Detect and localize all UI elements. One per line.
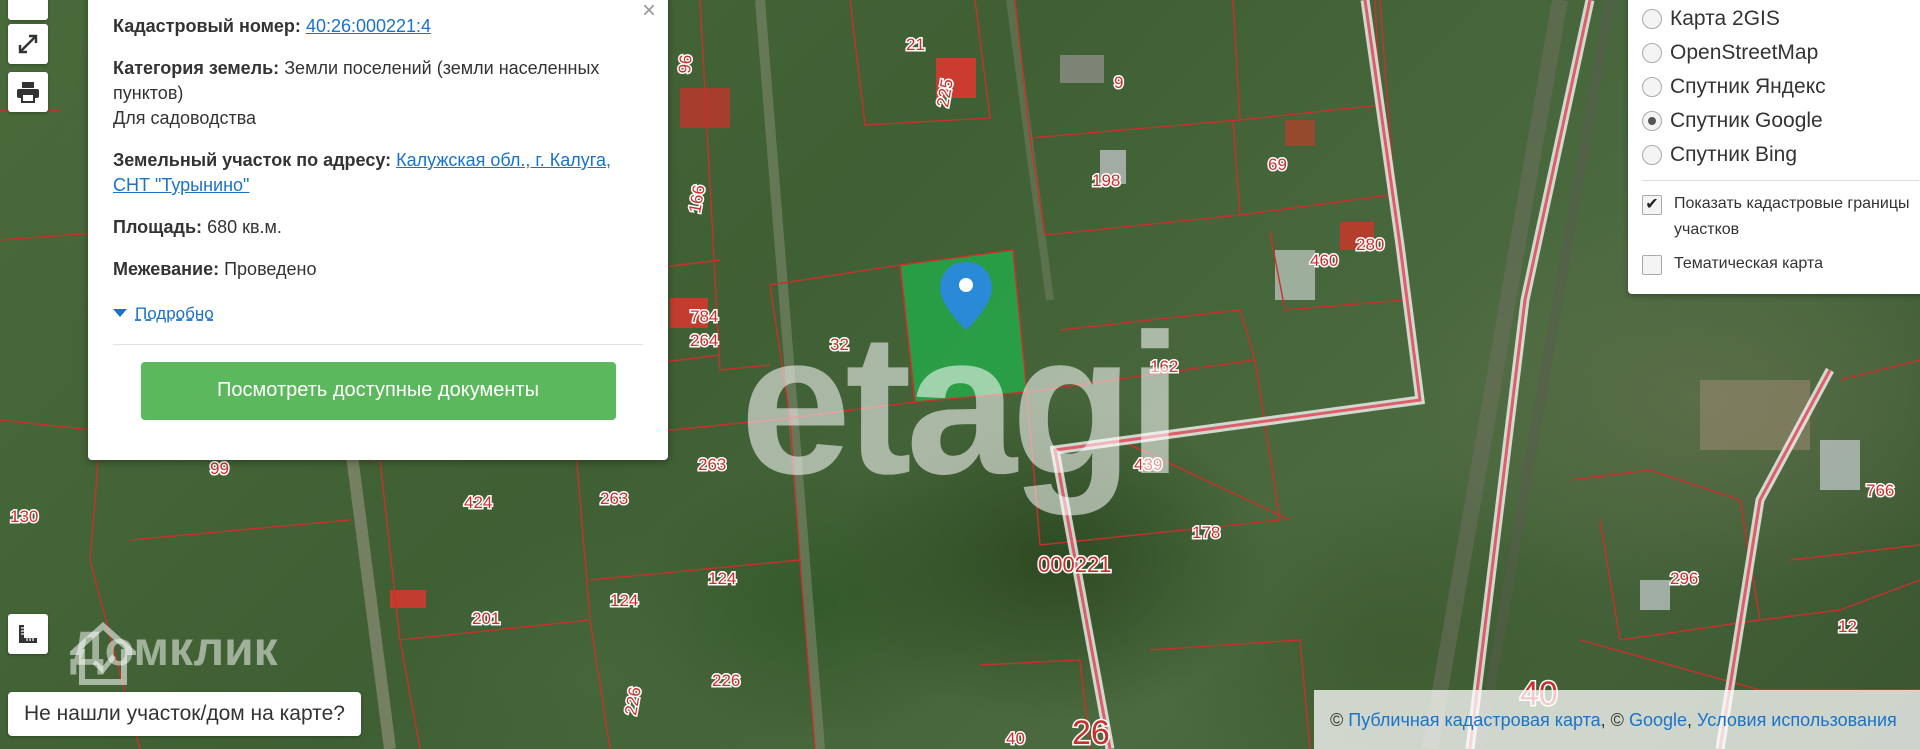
ruler-icon: [19, 625, 37, 643]
close-icon[interactable]: ×: [642, 0, 656, 23]
view-documents-button[interactable]: Посмотреть доступные документы: [140, 361, 616, 420]
cadastral-number-key: Кадастровый номер:: [113, 16, 301, 36]
radio-selected-icon: [1642, 111, 1662, 131]
more-details-label: Подробно: [135, 303, 214, 323]
survey-value: Проведено: [224, 259, 317, 279]
plot-label[interactable]: 124: [609, 590, 640, 612]
layer-option-osm[interactable]: OpenStreetMap: [1642, 36, 1919, 70]
plot-label[interactable]: 201: [471, 608, 502, 630]
fullscreen-button[interactable]: [8, 24, 48, 64]
plot-info-popup: × Кадастровый номер: 40:26:000221:4 Кате…: [88, 0, 668, 460]
map-controls: [8, 0, 48, 120]
plot-label[interactable]: 280: [1355, 234, 1386, 256]
plot-label[interactable]: 296: [1669, 568, 1700, 590]
layer-option-label: Спутник Bing: [1670, 143, 1798, 166]
attribution-prefix: ©: [1330, 710, 1349, 730]
terms-of-use-link[interactable]: Условия использования: [1697, 710, 1897, 730]
checkbox-label: Показать кадастровые границы участков: [1674, 195, 1910, 238]
checkbox-icon: [1642, 255, 1662, 275]
domclick-watermark: Домклик: [70, 622, 278, 685]
plot-label[interactable]: 198: [1091, 170, 1122, 192]
layer-option-bing-satellite[interactable]: Спутник Bing: [1642, 138, 1919, 172]
layer-option-label: OpenStreetMap: [1670, 41, 1819, 64]
attribution-separator: ,: [1686, 710, 1697, 730]
plot-label[interactable]: 9: [1113, 72, 1125, 94]
plot-label[interactable]: 12: [1837, 616, 1859, 638]
plot-label[interactable]: 424: [463, 492, 494, 514]
checkbox-checked-icon: ✔: [1642, 195, 1662, 215]
area-key: Площадь:: [113, 217, 203, 237]
plot-label[interactable]: 40: [1005, 728, 1027, 749]
address-key: Земельный участок по адресу:: [113, 150, 392, 170]
domclick-logo-icon: [70, 622, 136, 685]
plot-label[interactable]: 784: [689, 306, 720, 328]
plot-label[interactable]: 460: [1309, 250, 1340, 272]
radio-icon: [1642, 77, 1662, 97]
layer-option-google-satellite[interactable]: Спутник Google: [1642, 104, 1919, 138]
land-category-key: Категория земель:: [113, 58, 280, 78]
layer-option-label: Спутник Яндекс: [1670, 75, 1826, 98]
plot-label[interactable]: 96: [674, 52, 698, 76]
map-attribution: © Публичная кадастровая карта, © Google,…: [1314, 690, 1920, 749]
area-row: Площадь: 680 кв.м.: [113, 215, 643, 240]
checkbox-label: Тематическая карта: [1674, 255, 1824, 272]
survey-key: Межевание:: [113, 259, 220, 279]
printer-icon: [17, 82, 39, 103]
popup-divider: [113, 343, 643, 345]
land-category-row: Категория земель: Земли поселений (земли…: [113, 56, 643, 131]
plot-label[interactable]: 766: [1865, 480, 1896, 502]
radio-icon: [1642, 43, 1662, 63]
panel-divider: [1642, 180, 1919, 181]
land-use-value: Для садоводства: [113, 108, 257, 128]
radio-icon: [1642, 9, 1662, 29]
triangle-down-icon: [113, 309, 127, 317]
layer-option-label: Карта 2GIS: [1670, 7, 1780, 30]
plot-label[interactable]: 21: [905, 34, 927, 56]
google-link[interactable]: Google: [1629, 710, 1687, 730]
survey-row: Межевание: Проведено: [113, 257, 643, 282]
ruler-button[interactable]: [8, 614, 48, 654]
layer-option-2gis[interactable]: Карта 2GIS: [1642, 2, 1919, 36]
cadastral-map-link[interactable]: Публичная кадастровая карта: [1348, 710, 1600, 730]
expand-icon: [18, 34, 38, 54]
etagi-watermark: etagi: [740, 293, 1183, 516]
more-details-link[interactable]: Подробно: [113, 301, 214, 326]
plot-label[interactable]: 264: [689, 330, 720, 352]
plot-label[interactable]: 124: [707, 568, 738, 590]
plot-label[interactable]: 166: [684, 182, 711, 216]
zoom-button[interactable]: [8, 0, 48, 20]
show-cadastral-boundaries-toggle[interactable]: ✔ Показать кадастровые границы участков: [1642, 191, 1919, 243]
layer-option-label: Спутник Google: [1670, 109, 1823, 132]
plot-label[interactable]: 69: [1267, 154, 1289, 176]
attribution-separator: , ©: [1600, 710, 1629, 730]
map-layers-panel: Карта 2GIS OpenStreetMap Спутник Яндекс …: [1628, 0, 1920, 294]
plot-label[interactable]: 178: [1191, 522, 1222, 544]
layer-option-yandex-satellite[interactable]: Спутник Яндекс: [1642, 70, 1919, 104]
print-button[interactable]: [8, 72, 48, 112]
cadastral-quarter-label: 000221: [1038, 552, 1111, 577]
cadastral-number-link[interactable]: 40:26:000221:4: [306, 16, 431, 36]
address-row: Земельный участок по адресу: Калужская о…: [113, 148, 643, 198]
plot-label[interactable]: 263: [697, 454, 728, 476]
not-found-on-map-button[interactable]: Не нашли участок/дом на карте?: [8, 692, 361, 736]
cadastral-number-row: Кадастровый номер: 40:26:000221:4: [113, 14, 643, 39]
plot-label[interactable]: 226: [711, 670, 742, 692]
plot-label[interactable]: 226: [620, 684, 647, 718]
thematic-map-toggle[interactable]: Тематическая карта: [1642, 251, 1919, 277]
area-value: 680 кв.м.: [207, 217, 282, 237]
plot-label[interactable]: 225: [932, 76, 959, 110]
plot-label[interactable]: 99: [209, 458, 231, 480]
plot-label[interactable]: 130: [9, 506, 40, 528]
quarter-number-label: 26: [1072, 714, 1110, 749]
radio-icon: [1642, 145, 1662, 165]
plot-label[interactable]: 263: [599, 488, 630, 510]
